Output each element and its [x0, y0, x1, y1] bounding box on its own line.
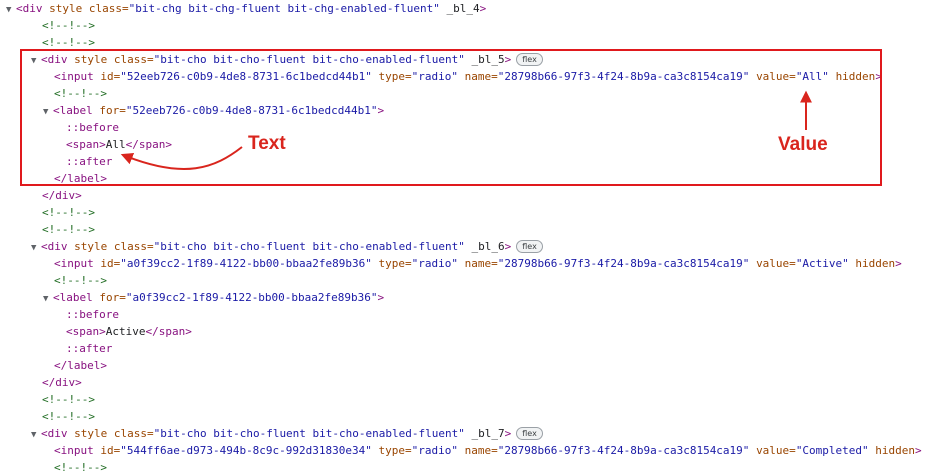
text-arrow: [120, 146, 243, 171]
annotation-arrows: [120, 90, 812, 171]
